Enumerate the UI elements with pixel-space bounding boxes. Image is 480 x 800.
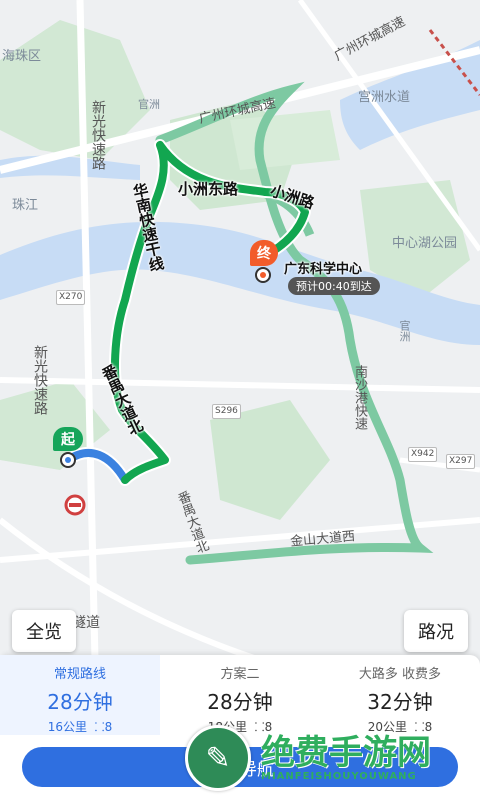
route-option-name: 常规路线: [53, 667, 106, 682]
road-label: 新光快速路: [32, 345, 48, 415]
road-label: 新光快速路: [90, 100, 106, 170]
route-option-distance: 16公里: [47, 720, 88, 734]
end-marker-label: 终: [257, 246, 271, 262]
traffic-light-count: 8: [104, 720, 113, 734]
area-label: 官洲: [398, 320, 411, 342]
traffic-light-icon: ⸬: [94, 720, 105, 734]
route-option-name: 大路多 收费多: [358, 667, 442, 682]
overview-button[interactable]: 全览: [12, 610, 76, 652]
river-label: 珠江: [12, 198, 39, 213]
watermark-logo-icon: ✎: [185, 725, 251, 791]
traffic-button[interactable]: 路况: [404, 610, 468, 652]
road-shield: X297: [446, 454, 476, 469]
route-option-meta: 16公里 ⸬8: [0, 718, 160, 735]
route-option-time: 32分钟: [367, 690, 433, 714]
watermark-title: 绝费手游网: [261, 732, 431, 773]
eta-badge: 预计00:40到达: [288, 277, 380, 295]
map-view[interactable]: 海珠区 中心湖公园 宫洲水道 珠江 官洲 官洲 新光快速路 广州环城高速 广州环…: [0, 0, 480, 663]
start-marker-label: 起: [61, 432, 75, 448]
watermark: ✎ 绝费手游网 MIANFEISHOUYOUWANG: [185, 725, 431, 791]
route-option-2[interactable]: 方案二 28分钟 18公里 ⸬8: [160, 655, 320, 735]
park-area: [230, 110, 340, 170]
road-shield: X942: [408, 447, 438, 462]
route-option-3[interactable]: 大路多 收费多 32分钟 20公里 ⸬8: [320, 655, 480, 735]
road-shield: X270: [56, 290, 86, 305]
district-label: 海珠区: [2, 49, 42, 64]
destination-name: 广东科学中心: [284, 262, 363, 277]
eta-text: 预计00:40到达: [296, 280, 372, 293]
road-label: 南沙港快速: [352, 365, 367, 430]
route-option-1[interactable]: 常规路线 28分钟 16公里 ⸬8: [0, 655, 160, 735]
route-option-time: 28分钟: [207, 690, 273, 714]
road-shield: S296: [212, 404, 241, 419]
route-option-name: 方案二: [220, 667, 260, 682]
route-option-time: 28分钟: [47, 690, 113, 714]
road-label: 隧道: [72, 615, 100, 631]
end-marker[interactable]: 终: [250, 240, 278, 266]
route-road-label: 小洲东路: [178, 180, 239, 198]
park-label: 中心湖公园: [392, 236, 458, 251]
area-label: 官洲: [138, 98, 160, 111]
start-marker[interactable]: 起: [53, 427, 83, 451]
watermark-subtitle: MIANFEISHOUYOUWANG: [261, 770, 417, 782]
waterway-label: 宫洲水道: [358, 90, 411, 105]
